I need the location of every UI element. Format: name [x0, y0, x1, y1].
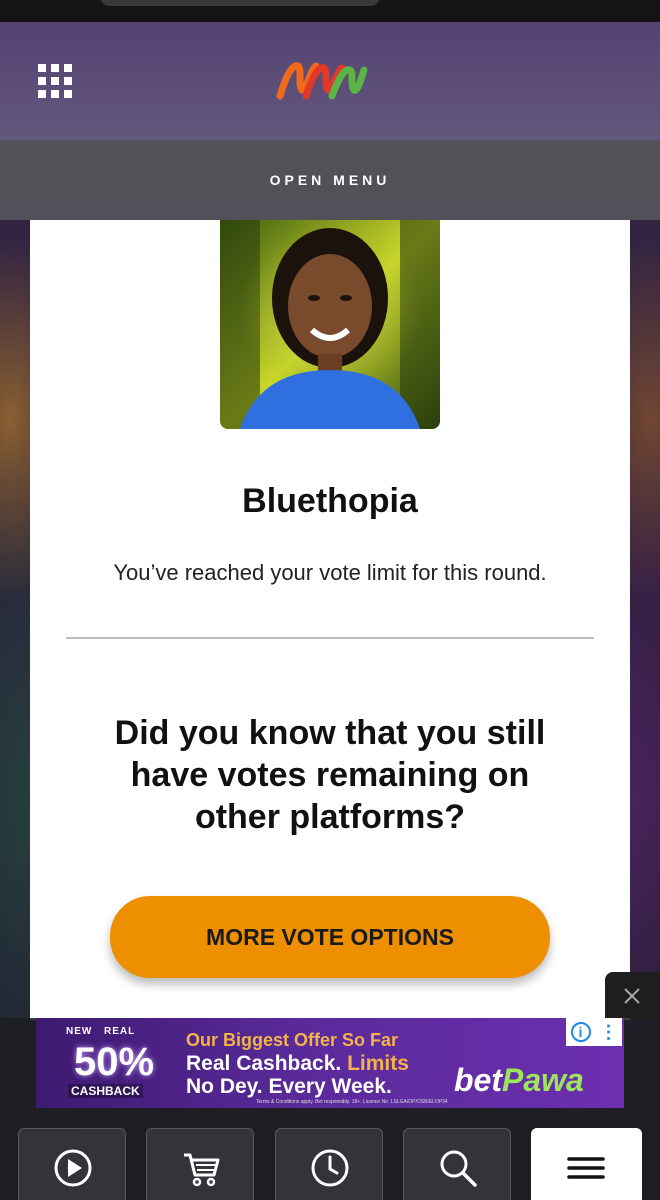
ad-line-2a: Real Cashback. — [186, 1052, 342, 1075]
ad-banner[interactable]: NEW REAL 50% CASHBACK Our Biggest Offer … — [36, 1018, 624, 1108]
housemate-name: Bluethopia — [242, 482, 418, 520]
ad-brand-a: bet — [454, 1062, 502, 1098]
ad-badge-percent: 50% — [74, 1040, 155, 1084]
site-logo[interactable] — [276, 56, 368, 102]
search-icon — [440, 1150, 477, 1187]
url-bar[interactable] — [100, 0, 380, 6]
ad-line-3: No Dey. Every Week. — [186, 1075, 392, 1099]
nav-history-button[interactable] — [275, 1128, 383, 1200]
vote-limit-message: You’ve reached your vote limit for this … — [113, 560, 547, 585]
ad-line-2: Real Cashback. Limits — [186, 1052, 409, 1076]
ad-badge-cashback: CASHBACK — [68, 1084, 143, 1098]
clock-icon — [311, 1149, 349, 1187]
ad-cashback-badge: NEW REAL 50% CASHBACK — [66, 1024, 186, 1104]
play-icon — [54, 1149, 92, 1187]
more-options-icon[interactable]: ⋮ — [600, 1023, 618, 1041]
apps-grid-icon[interactable] — [38, 64, 72, 98]
ad-headline: Our Biggest Offer So Far — [186, 1030, 399, 1050]
divider — [66, 637, 594, 639]
ad-badge-real: REAL — [104, 1026, 136, 1037]
nav-play-button[interactable] — [18, 1128, 126, 1200]
nav-shop-button[interactable] — [146, 1128, 254, 1200]
ad-choices[interactable]: i ⋮ — [566, 1018, 622, 1046]
ad-brand-b: Pawa — [502, 1062, 584, 1098]
did-you-know-heading: Did you know that you still have votes r… — [114, 714, 546, 836]
hamburger-icon — [567, 1157, 605, 1179]
nav-menu-button[interactable] — [531, 1128, 642, 1200]
ad-line-2b: Limits — [341, 1052, 409, 1075]
open-menu-bar[interactable]: OPEN MENU — [0, 140, 660, 220]
ad-line-3b: Every Week. — [262, 1075, 392, 1098]
ad-badge-new: NEW — [66, 1026, 93, 1037]
site-header — [0, 22, 660, 141]
open-menu-label: OPEN MENU — [269, 172, 391, 188]
bottom-nav — [0, 1128, 660, 1200]
browser-top-strip — [0, 0, 660, 22]
cart-icon — [184, 1153, 220, 1187]
nav-search-button[interactable] — [403, 1128, 511, 1200]
more-vote-options-button[interactable]: MORE VOTE OPTIONS — [110, 896, 550, 978]
ad-close-button[interactable] — [605, 972, 660, 1018]
close-icon — [624, 988, 640, 1004]
housemate-photo — [220, 220, 440, 429]
info-icon[interactable]: i — [570, 1022, 591, 1042]
ad-line-3a: No Dey. — [186, 1075, 263, 1098]
ad-fine-print: Terms & Conditions apply. Bet responsibl… — [256, 1099, 448, 1105]
ad-brand-logo: betPawa — [454, 1062, 584, 1099]
vote-card: Bluethopia You’ve reached your vote limi… — [30, 220, 630, 1020]
